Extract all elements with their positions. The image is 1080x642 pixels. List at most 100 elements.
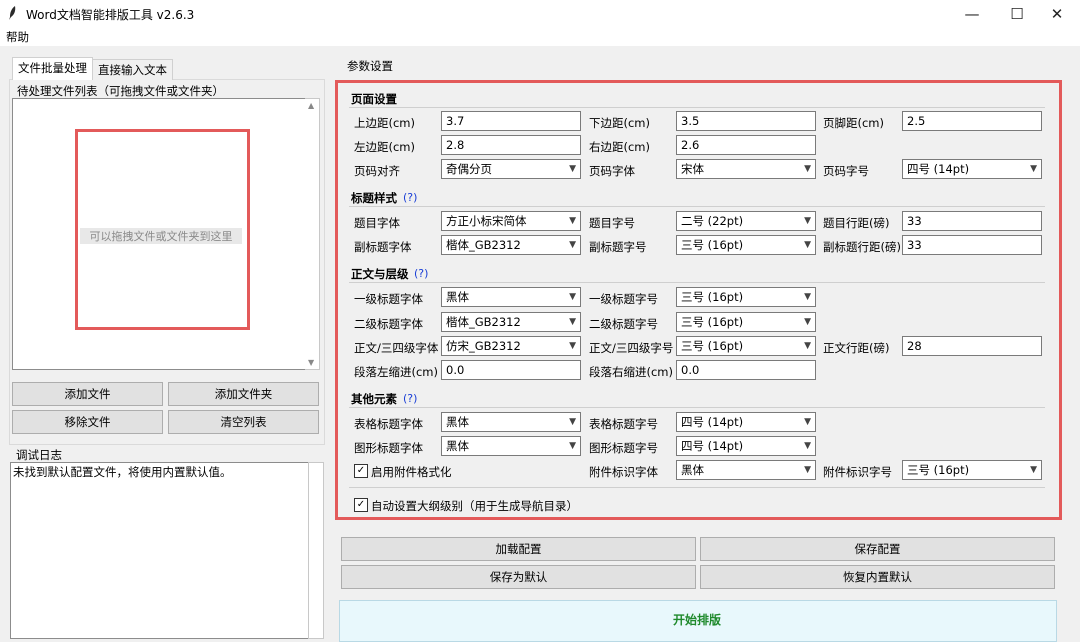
save-as-default-button[interactable]: 保存为默认 (341, 565, 696, 589)
debug-log-text: 未找到默认配置文件，将使用内置默认值。 (13, 465, 232, 479)
title-font-label: 题目字体 (354, 216, 400, 230)
subtitle-size-select[interactable]: 三号 (16pt) ▼ (676, 235, 816, 255)
left-indent-input[interactable]: 0.0 (441, 360, 581, 380)
page-num-font-value: 宋体 (681, 162, 704, 176)
attach-font-value: 黑体 (681, 463, 704, 477)
h3-font-label: 正文/三四级字体 (354, 341, 439, 355)
attach-size-select[interactable]: 三号 (16pt) ▼ (902, 460, 1042, 480)
page-num-align-select[interactable]: 奇偶分页 ▼ (441, 159, 581, 179)
page-num-size-label: 页码字号 (823, 164, 869, 178)
attach-enable-label: 启用附件格式化 (371, 465, 452, 479)
chevron-down-icon: ▼ (569, 341, 576, 351)
h3-size-select[interactable]: 三号 (16pt) ▼ (676, 336, 816, 356)
title-font-select[interactable]: 方正小标宋简体 ▼ (441, 211, 581, 231)
debug-log-scrollbar[interactable] (308, 462, 324, 639)
right-margin-input[interactable]: 2.6 (676, 135, 816, 155)
debug-log-box[interactable] (10, 462, 309, 639)
title-style-help-icon[interactable]: (?) (403, 191, 417, 204)
add-file-button[interactable]: 添加文件 (12, 382, 163, 406)
right-indent-input[interactable]: 0.0 (676, 360, 816, 380)
chevron-down-icon: ▼ (804, 216, 811, 226)
clear-list-button[interactable]: 清空列表 (168, 410, 319, 434)
load-config-button[interactable]: 加载配置 (341, 537, 696, 561)
params-label: 参数设置 (347, 59, 393, 73)
chevron-down-icon: ▼ (569, 240, 576, 250)
outline-level-checkbox[interactable]: ✓ (354, 498, 368, 512)
section-other-elements: 其他元素 (351, 392, 397, 406)
remove-file-button[interactable]: 移除文件 (12, 410, 163, 434)
right-margin-label: 右边距(cm) (589, 140, 650, 154)
attach-size-label: 附件标识字号 (823, 465, 892, 479)
chevron-down-icon: ▼ (804, 317, 811, 327)
left-margin-input[interactable]: 2.8 (441, 135, 581, 155)
subtitle-font-label: 副标题字体 (354, 240, 412, 254)
file-list-scrollbar[interactable]: ▲ ▼ (305, 98, 320, 370)
title-spacing-input[interactable]: 33 (902, 211, 1042, 231)
h1-font-label: 一级标题字体 (354, 292, 423, 306)
minimize-button[interactable]: — (949, 0, 995, 28)
table-font-select[interactable]: 黑体 ▼ (441, 412, 581, 432)
page-num-size-value: 四号 (14pt) (907, 162, 970, 176)
table-font-value: 黑体 (446, 415, 469, 429)
h3-font-select[interactable]: 仿宋_GB2312 ▼ (441, 336, 581, 356)
top-margin-input[interactable]: 3.7 (441, 111, 581, 131)
page-num-align-value: 奇偶分页 (446, 162, 492, 176)
h1-font-value: 黑体 (446, 290, 469, 304)
table-font-label: 表格标题字体 (354, 417, 423, 431)
add-folder-button[interactable]: 添加文件夹 (168, 382, 319, 406)
attach-font-select[interactable]: 黑体 ▼ (676, 460, 816, 480)
title-spacing-label: 题目行距(磅) (823, 216, 890, 230)
h2-size-select[interactable]: 三号 (16pt) ▼ (676, 312, 816, 332)
subtitle-font-select[interactable]: 楷体_GB2312 ▼ (441, 235, 581, 255)
scroll-down-icon[interactable]: ▼ (308, 358, 314, 367)
page-num-size-select[interactable]: 四号 (14pt) ▼ (902, 159, 1042, 179)
h1-size-label: 一级标题字号 (589, 292, 658, 306)
body-help-icon[interactable]: (?) (414, 267, 428, 280)
drop-hint: 可以拖拽文件或文件夹到这里 (80, 228, 242, 244)
attach-font-label: 附件标识字体 (589, 465, 658, 479)
tab-batch[interactable]: 文件批量处理 (12, 57, 93, 80)
h2-font-select[interactable]: 楷体_GB2312 ▼ (441, 312, 581, 332)
figure-font-select[interactable]: 黑体 ▼ (441, 436, 581, 456)
section-page-settings: 页面设置 (351, 92, 397, 106)
save-config-button[interactable]: 保存配置 (700, 537, 1055, 561)
h2-font-label: 二级标题字体 (354, 317, 423, 331)
h3-size-value: 三号 (16pt) (681, 339, 744, 353)
title-font-value: 方正小标宋简体 (446, 214, 527, 228)
subtitle-spacing-input[interactable]: 33 (902, 235, 1042, 255)
h2-font-value: 楷体_GB2312 (446, 315, 521, 329)
restore-default-button[interactable]: 恢复内置默认 (700, 565, 1055, 589)
scroll-up-icon[interactable]: ▲ (308, 101, 314, 110)
subtitle-spacing-label: 副标题行距(磅) (823, 240, 901, 254)
other-help-icon[interactable]: (?) (403, 392, 417, 405)
top-margin-label: 上边距(cm) (354, 116, 415, 130)
body-spacing-label: 正文行距(磅) (823, 341, 890, 355)
h3-size-label: 正文/三四级字号 (589, 341, 674, 355)
bottom-margin-input[interactable]: 3.5 (676, 111, 816, 131)
table-size-select[interactable]: 四号 (14pt) ▼ (676, 412, 816, 432)
title-size-select[interactable]: 二号 (22pt) ▼ (676, 211, 816, 231)
tab-direct-text[interactable]: 直接输入文本 (92, 59, 173, 80)
close-button[interactable]: ✕ (1034, 0, 1080, 28)
menu-help[interactable]: 帮助 (6, 29, 29, 45)
h1-font-select[interactable]: 黑体 ▼ (441, 287, 581, 307)
h1-size-select[interactable]: 三号 (16pt) ▼ (676, 287, 816, 307)
table-size-label: 表格标题字号 (589, 417, 658, 431)
section-title-style: 标题样式 (351, 191, 397, 205)
figure-size-label: 图形标题字号 (589, 441, 658, 455)
feather-icon (9, 6, 16, 20)
chevron-down-icon: ▼ (569, 417, 576, 427)
footer-margin-input[interactable]: 2.5 (902, 111, 1042, 131)
chevron-down-icon: ▼ (804, 417, 811, 427)
start-format-label: 开始排版 (672, 613, 721, 627)
figure-size-select[interactable]: 四号 (14pt) ▼ (676, 436, 816, 456)
attach-enable-checkbox[interactable]: ✓ (354, 464, 368, 478)
chevron-down-icon: ▼ (804, 240, 811, 250)
chevron-down-icon: ▼ (569, 441, 576, 451)
divider (349, 107, 1045, 108)
title-size-value: 二号 (22pt) (681, 214, 744, 228)
body-spacing-input[interactable]: 28 (902, 336, 1042, 356)
page-num-font-select[interactable]: 宋体 ▼ (676, 159, 816, 179)
h1-size-value: 三号 (16pt) (681, 290, 744, 304)
h3-font-value: 仿宋_GB2312 (446, 339, 521, 353)
